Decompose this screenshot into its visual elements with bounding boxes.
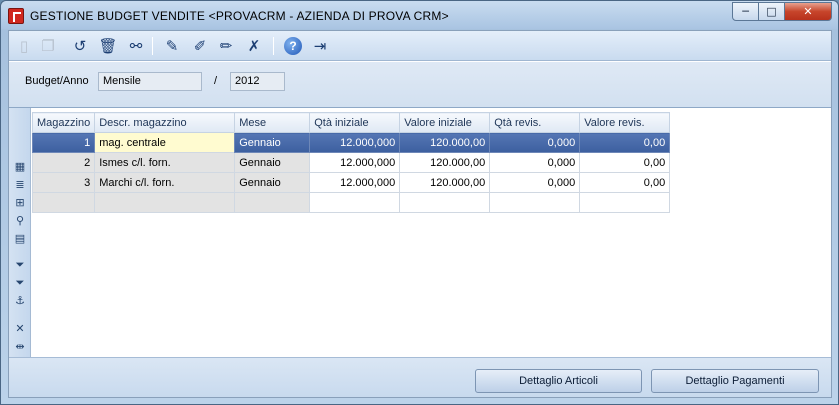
- zoom-icon[interactable]: ⚲: [12, 214, 28, 228]
- app-window: GESTIONE BUDGET VENDITE <PROVACRM - AZIE…: [0, 0, 839, 405]
- side-toolbar: ▦ ≣ ⊞ ⚲ ▤ ⏷ ⏷ ⚓ ✕ ⇹: [9, 108, 31, 358]
- delete-col-icon[interactable]: ✕: [12, 322, 28, 336]
- cell-magazzino[interactable]: 2: [31, 152, 96, 173]
- cell-empty[interactable]: [579, 192, 671, 213]
- filter-icon[interactable]: ⏷: [12, 258, 28, 272]
- table-row[interactable]: 3 Marchi c/l. forn. Gennaio 12.000,000 1…: [31, 172, 671, 193]
- year-separator: /: [214, 75, 218, 87]
- window-title: GESTIONE BUDGET VENDITE <PROVACRM - AZIE…: [30, 9, 449, 23]
- cell-qta-revis[interactable]: 0,000: [489, 152, 581, 173]
- close-button[interactable]: ✕: [784, 2, 832, 21]
- cell-qta-revis[interactable]: 0,000: [489, 132, 581, 153]
- new-row[interactable]: [31, 192, 671, 213]
- cell-magazzino[interactable]: 3: [31, 172, 96, 193]
- col-header-valore-iniziale[interactable]: Valore iniziale: [399, 112, 491, 133]
- list-icon[interactable]: ≣: [12, 178, 28, 192]
- anchor-icon[interactable]: ⚓: [12, 294, 28, 308]
- col-header-valore-revis[interactable]: Valore revis.: [579, 112, 671, 133]
- toolbar: ▯ ❐ ↺ 🗑 ⚯ ✎ ✐ ✏ ✗ ? ⇥: [9, 31, 831, 61]
- cell-descr[interactable]: Marchi c/l. forn.: [94, 172, 236, 193]
- cell-valore-revis[interactable]: 0,00: [579, 172, 671, 193]
- cell-empty[interactable]: [234, 192, 311, 213]
- app-logo-icon: [8, 8, 24, 24]
- resize-col-icon[interactable]: ⇹: [12, 340, 28, 354]
- col-header-mese[interactable]: Mese: [234, 112, 311, 133]
- col-header-qta-revis[interactable]: Qtà revis.: [489, 112, 581, 133]
- header-fields: Budget/Anno Mensile / 2012: [9, 62, 831, 107]
- cell-empty[interactable]: [399, 192, 491, 213]
- cell-magazzino[interactable]: 1: [31, 132, 96, 153]
- col-header-descr[interactable]: Descr. magazzino: [94, 112, 236, 133]
- col-header-qta-iniziale[interactable]: Qtà iniziale: [309, 112, 401, 133]
- pencil-delete-icon[interactable]: ✗: [243, 36, 265, 56]
- dettaglio-pagamenti-button[interactable]: Dettaglio Pagamenti: [651, 369, 819, 393]
- toolbar-separator: [273, 37, 274, 55]
- pencil-back-icon[interactable]: ✏: [215, 36, 237, 56]
- new-doc-icon[interactable]: ▯: [13, 36, 35, 56]
- help-icon[interactable]: ?: [284, 37, 302, 55]
- title-bar[interactable]: GESTIONE BUDGET VENDITE <PROVACRM - AZIE…: [1, 1, 838, 29]
- pencil-edit-icon[interactable]: ✎: [161, 36, 183, 56]
- cell-qta-iniziale[interactable]: 12.000,000: [309, 172, 401, 193]
- budget-grid: Magazzino Descr. magazzino Mese Qtà iniz…: [31, 112, 671, 213]
- copy-icon[interactable]: ❐: [37, 36, 59, 56]
- cell-descr[interactable]: Ismes c/l. forn.: [94, 152, 236, 173]
- client-area: ▯ ❐ ↺ 🗑 ⚯ ✎ ✐ ✏ ✗ ? ⇥ Budget/Anno Mensil…: [8, 30, 832, 398]
- pencil-check-icon[interactable]: ✐: [189, 36, 211, 56]
- cell-qta-iniziale[interactable]: 12.000,000: [309, 132, 401, 153]
- filter-clear-icon[interactable]: ⏷: [12, 276, 28, 290]
- cell-empty[interactable]: [309, 192, 401, 213]
- grid-add-icon[interactable]: ▦: [12, 160, 28, 174]
- binoculars-icon[interactable]: ⚯: [125, 36, 147, 56]
- table-row[interactable]: 1 mag. centrale Gennaio 12.000,000 120.0…: [31, 132, 671, 153]
- year-field[interactable]: 2012: [230, 72, 285, 91]
- budget-anno-label: Budget/Anno: [25, 75, 89, 87]
- maximize-button[interactable]: □: [758, 2, 785, 21]
- grid-header-row: Magazzino Descr. magazzino Mese Qtà iniz…: [31, 112, 671, 133]
- cell-valore-iniziale[interactable]: 120.000,00: [399, 152, 491, 173]
- minimize-button[interactable]: ─: [732, 2, 759, 21]
- trash-icon[interactable]: 🗑: [97, 36, 119, 56]
- table-row[interactable]: 2 Ismes c/l. forn. Gennaio 12.000,000 12…: [31, 152, 671, 173]
- toolbar-separator: [152, 37, 153, 55]
- cell-valore-revis[interactable]: 0,00: [579, 152, 671, 173]
- cell-valore-iniziale[interactable]: 120.000,00: [399, 172, 491, 193]
- cell-empty[interactable]: [94, 192, 236, 213]
- cell-mese[interactable]: Gennaio: [234, 172, 311, 193]
- columns-icon[interactable]: ▤: [12, 232, 28, 246]
- cell-qta-revis[interactable]: 0,000: [489, 172, 581, 193]
- cell-empty[interactable]: [31, 192, 96, 213]
- dettaglio-articoli-button[interactable]: Dettaglio Articoli: [475, 369, 642, 393]
- cell-qta-iniziale[interactable]: 12.000,000: [309, 152, 401, 173]
- cell-valore-revis[interactable]: 0,00: [579, 132, 671, 153]
- cell-mese[interactable]: Gennaio: [234, 152, 311, 173]
- insert-row-icon[interactable]: ⊞: [12, 196, 28, 210]
- exit-door-icon[interactable]: ⇥: [309, 36, 331, 56]
- cell-empty[interactable]: [489, 192, 581, 213]
- cell-descr[interactable]: mag. centrale: [94, 132, 236, 153]
- col-header-magazzino[interactable]: Magazzino: [31, 112, 96, 133]
- cell-valore-iniziale[interactable]: 120.000,00: [399, 132, 491, 153]
- undo-icon[interactable]: ↺: [69, 36, 91, 56]
- grid-area: ▦ ≣ ⊞ ⚲ ▤ ⏷ ⏷ ⚓ ✕ ⇹ Magazzino Descr. mag…: [9, 107, 831, 358]
- bottom-bar: Dettaglio Articoli Dettaglio Pagamenti: [9, 357, 831, 397]
- cell-mese[interactable]: Gennaio: [234, 132, 311, 153]
- budget-type-field[interactable]: Mensile: [98, 72, 202, 91]
